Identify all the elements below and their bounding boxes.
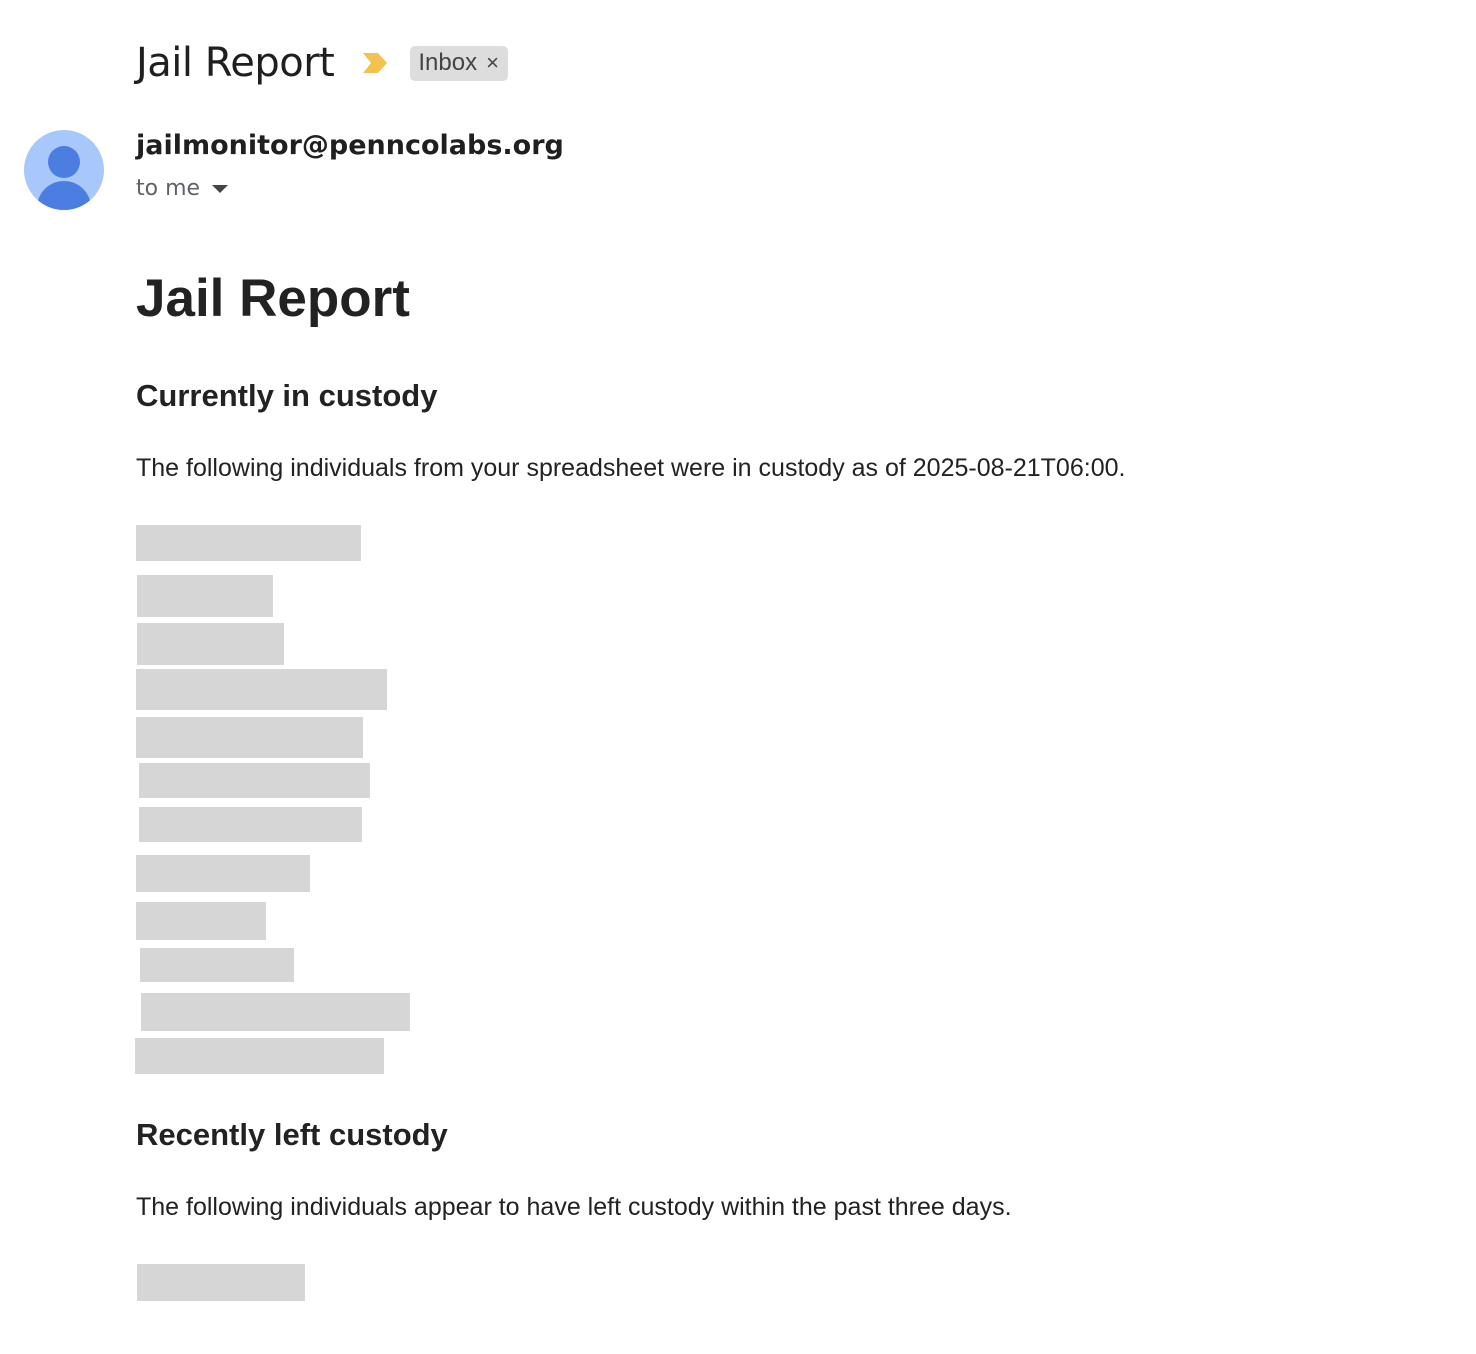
show-details-chevron-down-icon[interactable] [212,184,229,193]
inbox-label-text: Inbox [418,49,478,76]
redacted-entry [137,575,273,617]
sender-avatar[interactable] [24,130,104,210]
redacted-entry [136,525,361,561]
current-custody-description: The following individuals from your spre… [136,454,1126,482]
redacted-entry [136,669,387,710]
redacted-entry [139,807,362,842]
importance-marker-icon[interactable] [362,52,388,74]
recipient-line: to me [136,176,229,201]
redacted-entry [139,763,370,798]
recipient-text: to me [136,176,201,201]
inbox-label-chip[interactable]: Inbox × [410,45,508,81]
redacted-entry [137,1264,305,1301]
redacted-entry [140,948,294,982]
redacted-entry [136,855,310,892]
redacted-entry [137,623,284,665]
subject-row: Jail Report Inbox × [136,34,508,92]
avatar-body [37,181,91,210]
recently-left-description: The following individuals appear to have… [136,1193,1012,1221]
report-title: Jail Report [136,269,410,328]
redacted-entry [136,902,266,940]
recently-left-heading: Recently left custody [136,1117,448,1152]
redacted-entry [135,1038,384,1074]
redacted-entry [136,717,363,758]
remove-label-icon[interactable]: × [486,50,499,76]
redacted-entry [141,993,410,1031]
sender-address[interactable]: jailmonitor@penncolabs.org [136,130,564,161]
avatar-head [48,146,80,178]
email-subject: Jail Report [136,40,335,86]
current-custody-heading: Currently in custody [136,378,438,413]
